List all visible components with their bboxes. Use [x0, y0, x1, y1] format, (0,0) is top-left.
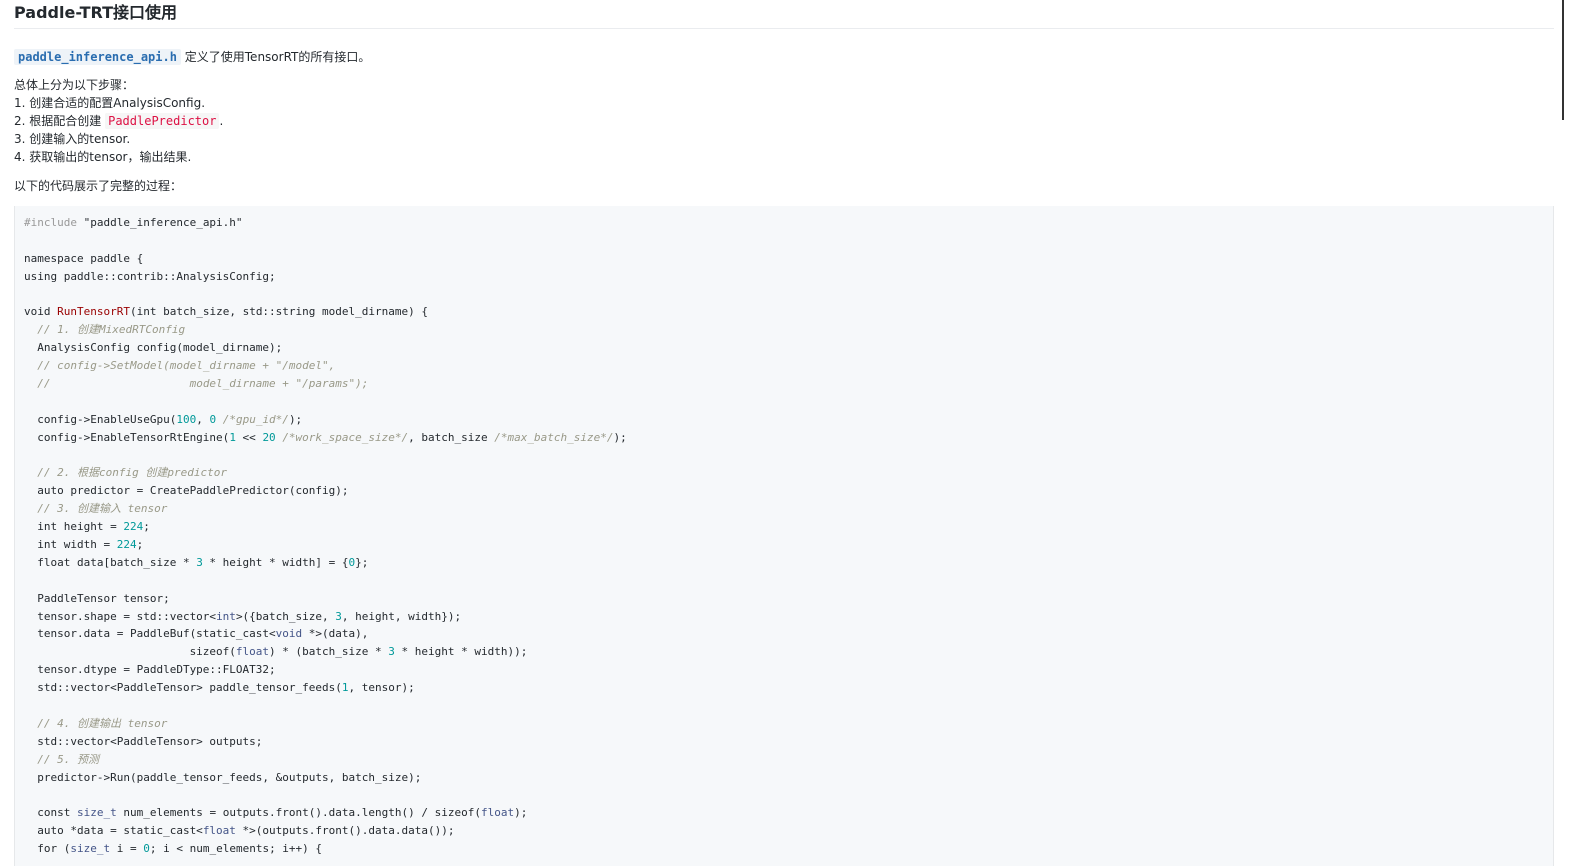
- code-line: auto *data = static_cast<float *>(output…: [24, 824, 455, 838]
- code-line: std::vector<PaddleTensor> outputs;: [24, 734, 263, 748]
- code-line: namespace paddle {: [24, 251, 144, 265]
- code-line: // 3. 创建输入 tensor: [37, 502, 168, 516]
- steps-heading: 总体上分为以下步骤：: [14, 78, 135, 92]
- code-line: for (size_t i = 0; i < num_elements; i++…: [24, 842, 323, 856]
- code-line: sizeof(float) * (batch_size * 3 * height…: [24, 645, 528, 659]
- step-item-3: 3. 创建输入的tensor.: [14, 132, 131, 146]
- code-line: // 4. 创建输出 tensor: [37, 716, 168, 730]
- code-line: tensor.shape = std::vector<int>({batch_s…: [24, 609, 462, 623]
- code-line: config->EnableUseGpu(100, 0 /*gpu_id*/);: [24, 412, 303, 426]
- code-line: #include "paddle_inference_api.h": [24, 216, 243, 229]
- code-line: float data[batch_size * 3 * height * wid…: [24, 555, 369, 569]
- code-line: tensor.dtype = PaddleDType::FLOAT32;: [24, 663, 276, 677]
- code-text: #include "paddle_inference_api.h" namesp…: [24, 214, 627, 858]
- code-line: std::vector<PaddleTensor> paddle_tensor_…: [24, 681, 415, 695]
- code-line: // 2. 根据config 创建predictor: [37, 466, 227, 480]
- step-item-1: 1. 创建合适的配置AnalysisConfig.: [14, 96, 206, 110]
- code-intro: 以下的代码展示了完整的过程：: [14, 179, 183, 193]
- code-line: // 1. 创建MixedRTConfig: [37, 323, 186, 337]
- code-line: void RunTensorRT(int batch_size, std::st…: [24, 305, 428, 319]
- page-title: Paddle-TRT接口使用: [14, 3, 178, 22]
- api-description: 定义了使用TensorRT的所有接口。: [180, 50, 371, 64]
- code-line: using paddle::contrib::AnalysisConfig;: [24, 269, 276, 283]
- scrollbar[interactable]: [1562, 0, 1564, 120]
- api-file-code: paddle_inference_api.h: [14, 49, 181, 65]
- code-line: AnalysisConfig config(model_dirname);: [24, 341, 283, 355]
- code-line: int height = 224;: [24, 520, 150, 534]
- code-line: int width = 224;: [24, 538, 144, 552]
- step-item-2: 2. 根据配合创建 PaddlePredictor.: [14, 113, 224, 129]
- code-line: predictor->Run(paddle_tensor_feeds, &out…: [24, 770, 422, 784]
- title-divider: [14, 28, 1554, 29]
- intro-paragraph: paddle_inference_api.h 定义了使用TensorRT的所有接…: [14, 48, 370, 66]
- code-line: PaddleTensor tensor;: [24, 591, 170, 605]
- code-line: config->EnableTensorRtEngine(1 << 20 /*w…: [24, 430, 627, 444]
- code-line: // config->SetModel(model_dirname + "/mo…: [37, 359, 336, 373]
- step-item-4: 4. 获取输出的tensor，输出结果.: [14, 150, 192, 164]
- code-line: // model_dirname + "/params");: [37, 377, 369, 391]
- code-line: // 5. 预测: [37, 752, 99, 766]
- code-line: const size_t num_elements = outputs.fron…: [24, 806, 528, 820]
- code-block: #include "paddle_inference_api.h" namesp…: [14, 206, 1554, 866]
- code-line: tensor.data = PaddleBuf(static_cast<void…: [24, 627, 369, 641]
- code-line: auto predictor = CreatePaddlePredictor(c…: [24, 484, 349, 498]
- predictor-code: PaddlePredictor: [105, 113, 220, 129]
